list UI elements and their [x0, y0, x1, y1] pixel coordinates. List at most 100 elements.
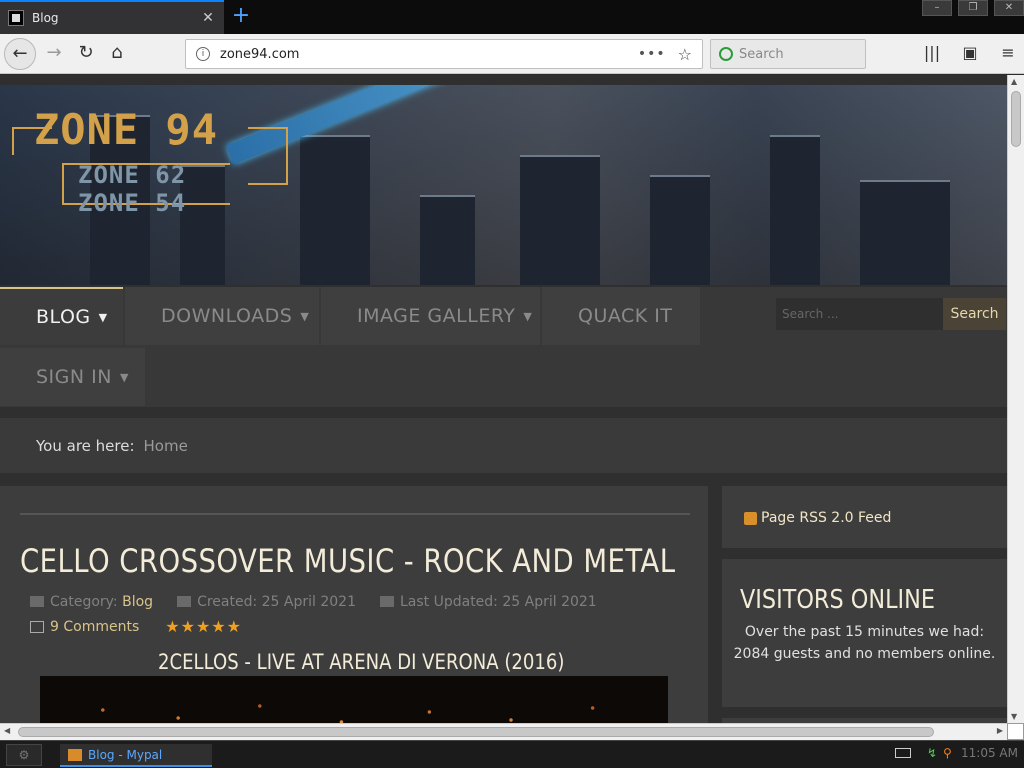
scroll-up-icon[interactable]: ▲: [1011, 77, 1017, 86]
folder-icon: [30, 596, 44, 607]
banner-building: [300, 135, 370, 285]
article-divider: [20, 513, 690, 515]
tab-title: Blog: [32, 11, 59, 25]
rating-stars[interactable]: ★★★★★: [165, 617, 242, 636]
browser-tab-blog[interactable]: Blog ✕: [0, 0, 224, 34]
menu-item-blog[interactable]: BLOG ▼: [0, 287, 123, 345]
browser-search-box[interactable]: Search: [710, 39, 866, 69]
article-title[interactable]: CELLO CROSSOVER MUSIC - ROCK AND METAL: [20, 542, 675, 580]
sidebar-icon[interactable]: ▣: [954, 38, 986, 70]
article-category: Category: Blog: [30, 594, 153, 610]
breadcrumb-home-link[interactable]: Home: [144, 437, 188, 455]
scrollbar-corner: [1007, 723, 1024, 740]
site-main-menu: BLOG ▼ DOWNLOADS ▼ IMAGE GALLERY ▼ QUACK…: [0, 287, 1007, 407]
scroll-left-icon[interactable]: ◀: [4, 726, 10, 735]
banner-building: [420, 195, 475, 285]
visitors-text: Over the past 15 minutes we had: 2084 gu…: [733, 624, 996, 662]
home-icon[interactable]: ⌂: [101, 38, 133, 70]
network-icon[interactable]: ↯: [927, 746, 939, 760]
site-search: Search: [776, 298, 1006, 330]
menu-item-quack-it[interactable]: QUACK IT: [542, 287, 700, 345]
banner-building: [520, 155, 600, 285]
maximize-icon[interactable]: ❐: [958, 0, 988, 16]
banner-building: [770, 135, 820, 285]
video-frame: [40, 694, 668, 723]
rss-panel: Page RSS 2.0 Feed: [722, 486, 1007, 548]
rss-label: Page RSS 2.0 Feed: [761, 510, 892, 526]
menu-item-label: IMAGE GALLERY: [357, 305, 516, 327]
logo-zone94: ZONE 94: [34, 105, 219, 154]
scroll-right-icon[interactable]: ▶: [997, 726, 1003, 735]
menu-item-downloads[interactable]: DOWNLOADS ▼: [125, 287, 319, 345]
breadcrumb-label: You are here:: [36, 436, 135, 455]
vertical-scroll-thumb[interactable]: [1011, 91, 1021, 147]
menu-item-label: DOWNLOADS: [161, 305, 293, 327]
close-tab-icon[interactable]: ✕: [200, 10, 216, 26]
caret-down-icon: ▼: [98, 310, 108, 324]
scroll-down-icon[interactable]: ▼: [1011, 712, 1017, 721]
horizontal-scrollbar[interactable]: ◀ ▶: [0, 723, 1007, 740]
search-engine-icon: [719, 47, 733, 61]
keyboard-icon[interactable]: [895, 748, 912, 758]
article-subtitle: 2CELLOS - LIVE AT ARENA DI VERONA (2016): [158, 650, 565, 674]
reload-icon[interactable]: ↻: [70, 38, 102, 70]
article-meta: Category: Blog Created: 25 April 2021 La…: [30, 594, 621, 610]
banner-building: [650, 175, 710, 285]
banner-building: [860, 180, 950, 285]
video-embed[interactable]: [40, 676, 668, 723]
vertical-scrollbar[interactable]: ▲ ▼: [1007, 75, 1024, 723]
site-favicon-icon: [8, 10, 24, 26]
rss-icon: [744, 511, 757, 525]
close-window-icon[interactable]: ✕: [994, 0, 1024, 16]
visitors-panel: VISITORS ONLINE Over the past 15 minutes…: [722, 559, 1007, 707]
logo-zone54: ZONE 54: [78, 189, 187, 217]
url-text[interactable]: zone94.com: [220, 47, 638, 62]
horizontal-scroll-thumb[interactable]: [18, 727, 934, 737]
caret-down-icon: ▼: [300, 309, 310, 323]
new-tab-icon[interactable]: +: [228, 4, 254, 30]
created-date: Created: 25 April 2021: [197, 594, 356, 610]
window-controls: – ❐ ✕: [916, 0, 1024, 16]
article-meta-2: 9 Comments ★★★★★: [30, 617, 242, 636]
taskbar-item-browser[interactable]: Blog - Mypal: [60, 744, 212, 767]
menu-item-label: SIGN IN: [36, 366, 112, 388]
toolbar-icons: ||| ▣ ≡: [910, 38, 1024, 70]
url-bar[interactable]: i zone94.com ••• ☆: [185, 39, 703, 69]
article-created: Created: 25 April 2021: [177, 594, 356, 610]
site-header-banner: ZONE 94 ZONE 62 ZONE 54: [0, 85, 1007, 285]
updated-date: Last Updated: 25 April 2021: [399, 594, 597, 610]
site-info-icon[interactable]: i: [196, 47, 210, 61]
bookmark-star-icon[interactable]: ☆: [678, 45, 692, 64]
minimize-icon[interactable]: –: [922, 0, 952, 16]
menu-item-label: BLOG: [36, 306, 91, 328]
menu-item-sign-in[interactable]: SIGN IN ▼: [0, 348, 145, 406]
page-actions-icon[interactable]: •••: [638, 46, 666, 62]
library-icon[interactable]: |||: [916, 38, 948, 70]
calendar-icon: [379, 596, 394, 607]
clock[interactable]: 11:05 AM: [961, 746, 1018, 760]
visitors-title: VISITORS ONLINE: [740, 585, 936, 615]
comment-icon: [30, 620, 44, 633]
start-menu-icon[interactable]: ⚙: [6, 744, 42, 766]
back-arrow-icon[interactable]: ←: [4, 38, 36, 70]
forward-arrow-icon[interactable]: →: [38, 38, 70, 70]
menu-item-image-gallery[interactable]: IMAGE GALLERY ▼: [321, 287, 540, 345]
category-label: Category:: [50, 594, 118, 610]
search-icon[interactable]: ⚲: [943, 746, 955, 760]
site-logo[interactable]: ZONE 94 ZONE 62 ZONE 54: [12, 99, 292, 229]
hamburger-menu-icon[interactable]: ≡: [992, 38, 1024, 70]
logo-zone62: ZONE 62: [78, 161, 187, 189]
navigation-toolbar: ← → ↻ ⌂ i zone94.com ••• ☆ Search ||| ▣ …: [0, 34, 1024, 74]
article-panel: CELLO CROSSOVER MUSIC - ROCK AND METAL C…: [0, 486, 708, 723]
comments-link[interactable]: 9 Comments: [50, 619, 139, 635]
web-page: ZONE 94 ZONE 62 ZONE 54 BLOG ▼ DOWNLOADS…: [0, 75, 1007, 723]
os-taskbar: ⚙ Blog - Mypal ↯ ⚲ 11:05 AM: [0, 740, 1024, 768]
breadcrumb: You are here: Home: [0, 418, 1007, 473]
menu-item-label: QUACK IT: [578, 305, 673, 327]
site-search-input[interactable]: [776, 298, 943, 330]
rss-feed-link[interactable]: Page RSS 2.0 Feed: [744, 510, 891, 526]
category-link[interactable]: Blog: [122, 594, 153, 610]
logo-bracket: [248, 127, 288, 185]
site-search-button[interactable]: Search: [943, 298, 1006, 330]
taskbar-item-label: Blog - Mypal: [88, 747, 163, 762]
